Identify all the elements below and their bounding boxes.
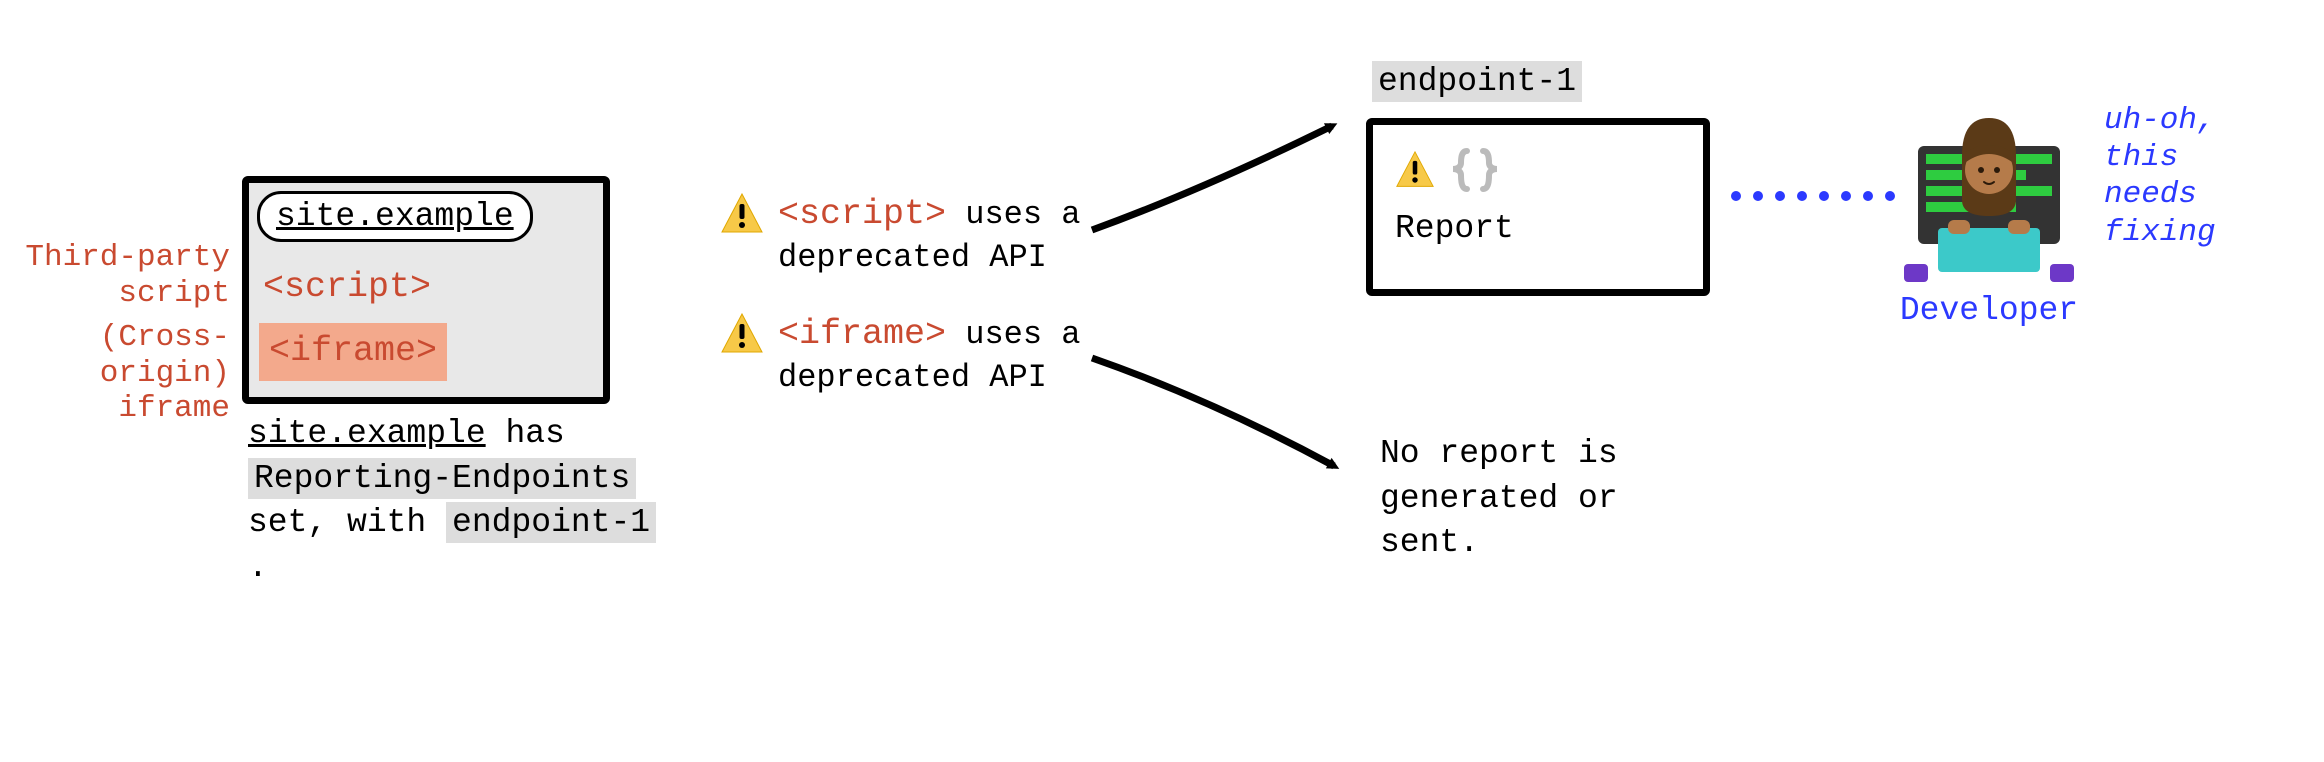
no-report-text: No report is generated or sent.	[1380, 432, 1720, 566]
script-tag: <script>	[263, 265, 431, 311]
script-annotation-tag: <script>	[778, 194, 946, 234]
arrow-iframe-to-noreport	[1082, 340, 1352, 490]
caption-has: has	[486, 415, 565, 452]
arrow-script-to-endpoint	[1082, 110, 1352, 250]
address-bar-url: site.example	[276, 198, 514, 235]
warning-icon	[720, 312, 764, 356]
developer-label: Developer	[1886, 292, 2092, 329]
browser-caption: site.example has Reporting-Endpoints set…	[248, 412, 688, 590]
braces-icon	[1449, 147, 1501, 193]
browser-window: site.example <script> <iframe>	[242, 176, 610, 404]
iframe-annotation-text: <iframe> uses a deprecated API	[778, 312, 1088, 398]
caption-setwith: set, with	[248, 504, 446, 541]
warning-icon	[1395, 150, 1435, 190]
warning-icon	[720, 192, 764, 236]
label-third-party: Third-party script	[0, 240, 230, 311]
script-annotation-text: <script> uses a deprecated API	[778, 192, 1088, 278]
caption-endpoint: endpoint-1	[446, 502, 656, 543]
developer-avatar	[1904, 112, 2074, 282]
dotted-connector	[1730, 186, 1900, 206]
script-annotation: <script> uses a deprecated API	[720, 192, 1088, 278]
report-label: Report	[1395, 207, 1514, 252]
iframe-annotation: <iframe> uses a deprecated API	[720, 312, 1088, 398]
developer-icon	[1904, 112, 2074, 282]
endpoint-label: endpoint-1	[1372, 60, 1582, 105]
iframe-box: <iframe>	[259, 323, 447, 381]
iframe-annotation-tag: <iframe>	[778, 314, 946, 354]
endpoint-name: endpoint-1	[1372, 61, 1582, 102]
iframe-tag: <iframe>	[269, 331, 437, 371]
endpoint-row	[1395, 147, 1501, 193]
caption-header: Reporting-Endpoints	[248, 458, 636, 499]
endpoint-window: Report	[1366, 118, 1710, 296]
diagram-canvas: Third-party script (Cross-origin) iframe…	[0, 0, 2324, 762]
developer-thought: uh-oh, this needs fixing	[2104, 102, 2284, 251]
caption-site: site.example	[248, 415, 486, 452]
address-bar: site.example	[257, 191, 533, 242]
label-cross-origin: (Cross-origin) iframe	[0, 320, 230, 427]
caption-period: .	[248, 549, 268, 586]
